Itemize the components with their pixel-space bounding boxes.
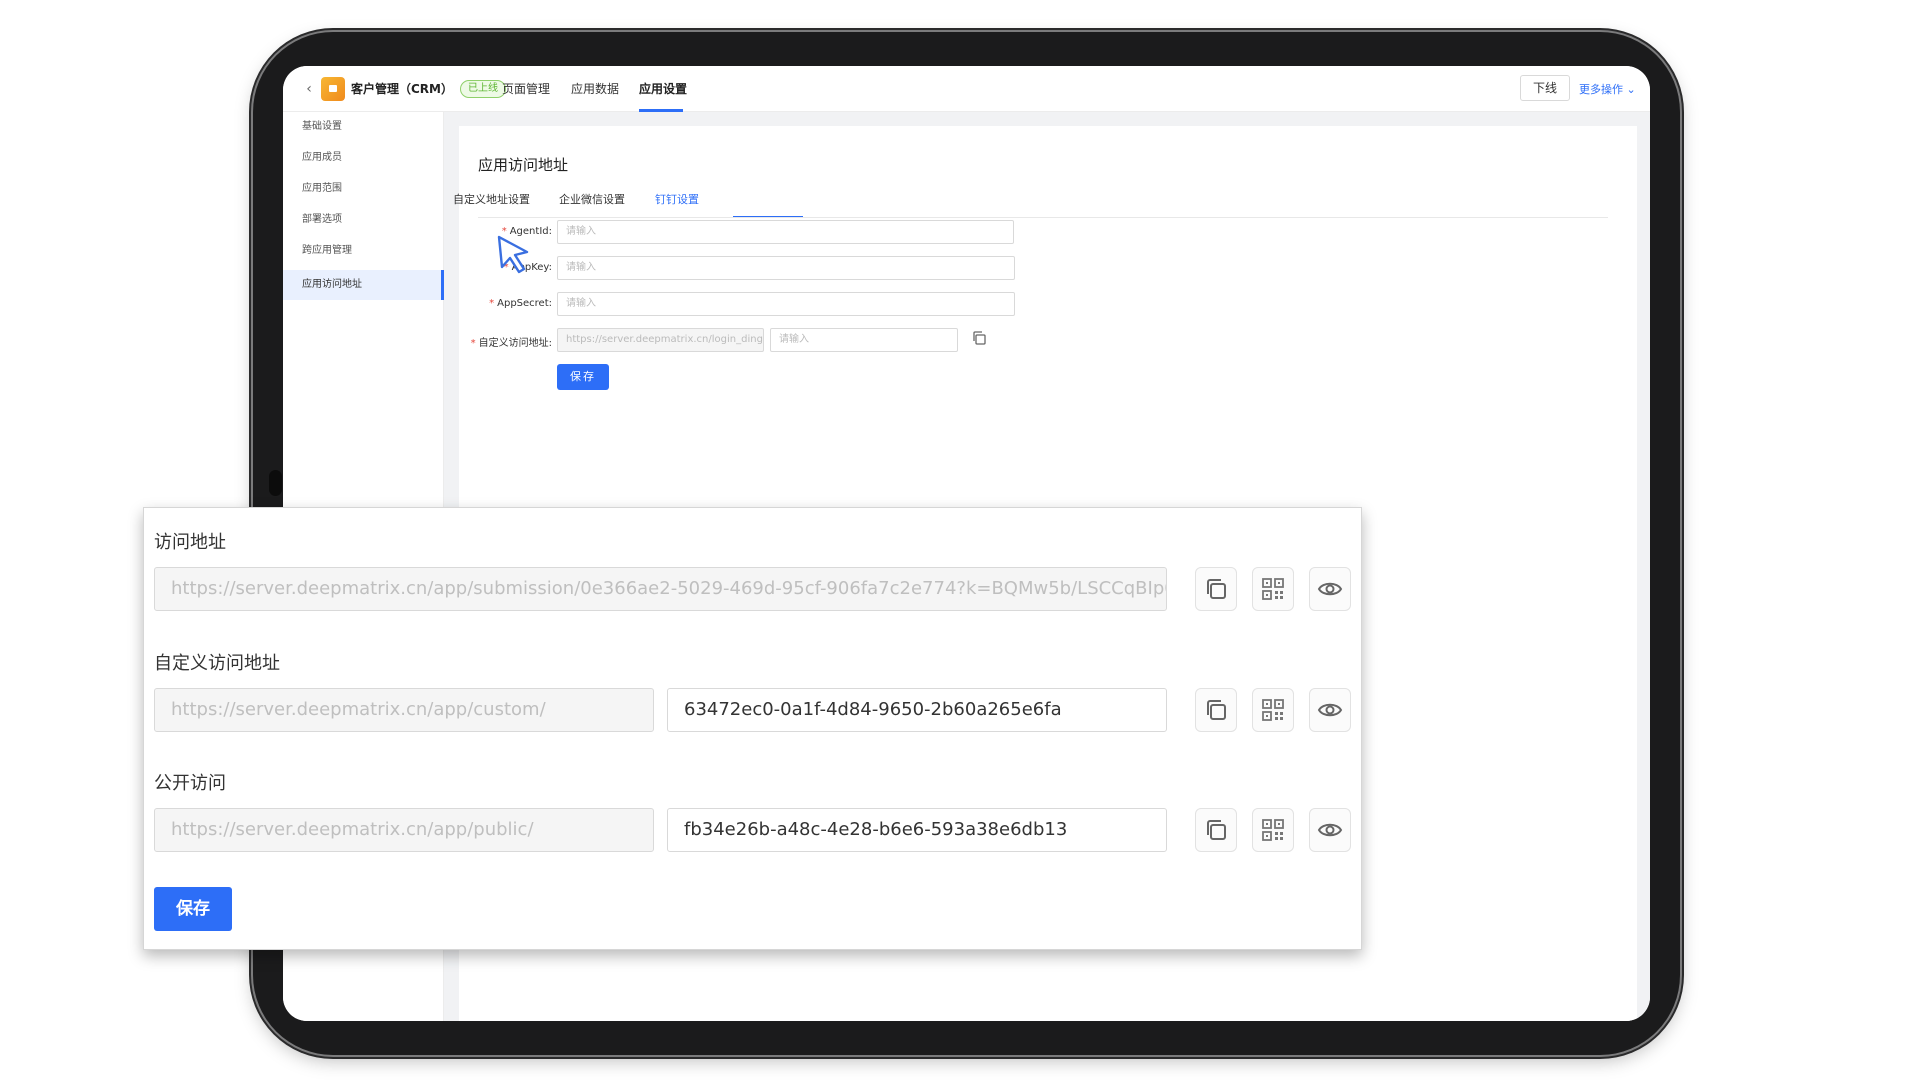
app-secret-label: * AppSecret:	[489, 298, 552, 309]
app-name: 客户管理（CRM）	[351, 82, 453, 96]
custom-url-input[interactable]: 请输入	[770, 328, 958, 352]
custom-url-prefix: https://server.deepmatrix.cn/login_dingd…	[557, 328, 764, 352]
access-url-zoom-panel: 访问地址 https://server.deepmatrix.cn/app/su…	[143, 507, 1362, 950]
preview-public-url-button[interactable]	[1309, 808, 1351, 852]
copy-icon	[1207, 700, 1226, 720]
public-url-prefix-field: https://server.deepmatrix.cn/app/public/	[154, 808, 654, 852]
header-tab-app-settings[interactable]: 应用设置	[639, 80, 687, 97]
header-tab-page-management[interactable]: 页面管理	[502, 80, 550, 97]
copy-public-url-button[interactable]	[1195, 808, 1237, 852]
preview-custom-url-button[interactable]	[1309, 688, 1351, 732]
tab-dingtalk[interactable]: 钉钉设置	[655, 191, 699, 207]
chevron-down-icon: ⌄	[1623, 83, 1636, 96]
qrcode-icon	[1262, 699, 1284, 721]
sidebar-item-cross-app[interactable]: 跨应用管理	[283, 236, 444, 266]
custom-url-label: * 自定义访问地址:	[470, 338, 552, 349]
app-secret-input[interactable]: 请输入	[557, 292, 1015, 316]
sidebar-item-app-members[interactable]: 应用成员	[283, 143, 444, 173]
back-arrow-icon[interactable]: ‹	[301, 80, 317, 98]
overlay-save-button[interactable]: 保存	[154, 887, 232, 931]
app-header: ‹ 客户管理（CRM） 已上线 页面管理 应用数据 应用设置 下线 更多操作 ⌄	[283, 66, 1650, 112]
eye-icon	[1317, 703, 1343, 717]
sidebar-item-app-scope[interactable]: 应用范围	[283, 174, 444, 204]
app-key-label: * AppKey:	[503, 262, 552, 273]
copy-access-url-button[interactable]	[1195, 567, 1237, 611]
copy-icon[interactable]	[971, 330, 993, 352]
qrcode-public-url-button[interactable]	[1252, 808, 1294, 852]
offline-button[interactable]: 下线	[1520, 75, 1570, 101]
tabs-divider	[478, 217, 1608, 218]
sidebar-item-deploy-options[interactable]: 部署选项	[283, 205, 444, 235]
sidebar-item-basic-settings[interactable]: 基础设置	[283, 112, 444, 142]
custom-url-value-field[interactable]: 63472ec0-0a1f-4d84-9650-2b60a265e6fa	[667, 688, 1167, 732]
page: ‹ 客户管理（CRM） 已上线 页面管理 应用数据 应用设置 下线 更多操作 ⌄…	[0, 0, 1920, 1080]
tab-custom-url[interactable]: 自定义地址设置	[453, 191, 530, 207]
app-key-input[interactable]: 请输入	[557, 256, 1015, 280]
custom-url-title: 自定义访问地址	[154, 653, 280, 674]
more-actions-label: 更多操作	[1579, 83, 1623, 96]
access-url-title: 访问地址	[154, 532, 226, 553]
copy-icon	[1207, 579, 1226, 599]
required-mark: *	[489, 298, 495, 309]
eye-icon	[1317, 582, 1343, 596]
more-actions-button[interactable]: 更多操作 ⌄	[1579, 81, 1636, 97]
agent-id-input[interactable]: 请输入	[557, 220, 1014, 244]
preview-access-url-button[interactable]	[1309, 567, 1351, 611]
qrcode-access-url-button[interactable]	[1252, 567, 1294, 611]
qrcode-icon	[1262, 819, 1284, 841]
required-mark: *	[470, 338, 476, 349]
copy-icon	[1207, 820, 1226, 840]
save-button[interactable]: 保存	[557, 364, 609, 390]
sidebar-item-access-url[interactable]: 应用访问地址	[283, 270, 444, 300]
copy-custom-url-button[interactable]	[1195, 688, 1237, 732]
header-tab-app-data[interactable]: 应用数据	[571, 80, 619, 97]
tab-wecom[interactable]: 企业微信设置	[559, 191, 625, 207]
access-url-field: https://server.deepmatrix.cn/app/submiss…	[154, 567, 1167, 611]
app-logo-icon	[321, 77, 345, 101]
eye-icon	[1317, 823, 1343, 837]
status-badge: 已上线	[460, 80, 506, 98]
section-title: 应用访问地址	[478, 156, 569, 174]
custom-url-prefix-field: https://server.deepmatrix.cn/app/custom/	[154, 688, 654, 732]
mouse-cursor-icon	[497, 235, 529, 274]
camera	[269, 470, 282, 496]
public-access-title: 公开访问	[154, 773, 226, 794]
public-url-value-field[interactable]: fb34e26b-a48c-4e28-b6e6-593a38e6db13	[667, 808, 1167, 852]
custom-url-label-text: 自定义访问地址	[478, 338, 549, 349]
agent-id-label: * AgentId:	[501, 226, 552, 237]
qrcode-custom-url-button[interactable]	[1252, 688, 1294, 732]
qrcode-icon	[1262, 578, 1284, 600]
app-secret-label-text: AppSecret	[497, 298, 549, 309]
